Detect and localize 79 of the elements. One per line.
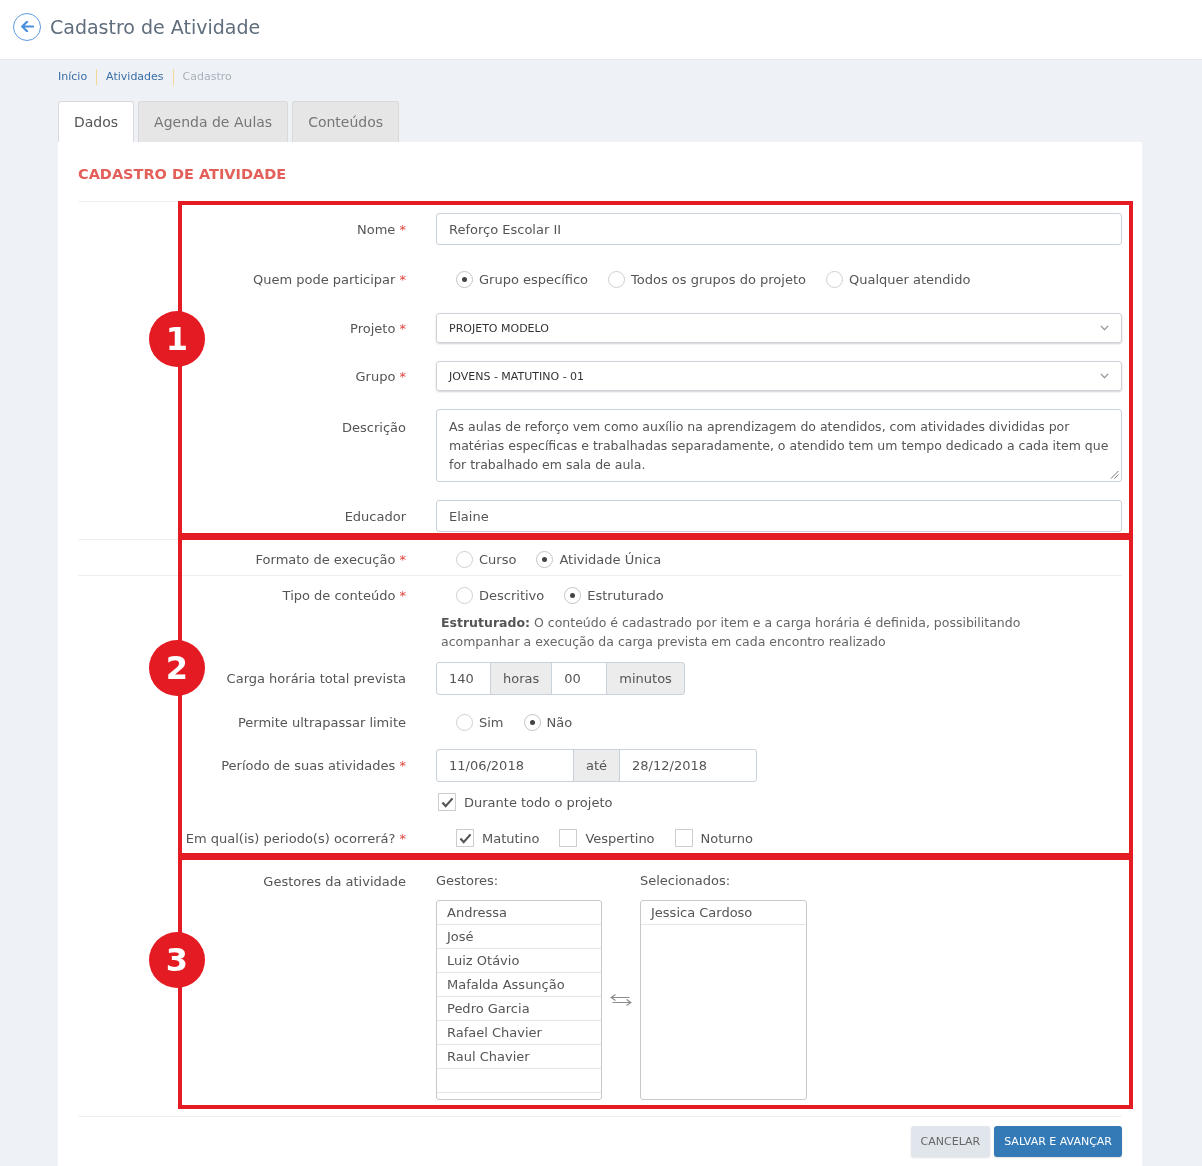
radio-option[interactable]: Descritivo: [456, 586, 545, 604]
field-label: Período de suas atividades *: [221, 758, 406, 773]
back-button[interactable]: [13, 12, 41, 41]
radio-icon[interactable]: [456, 270, 473, 288]
checkbox-option[interactable]: Matutino: [456, 829, 540, 847]
radio-option[interactable]: Qualquer atendido: [825, 270, 971, 288]
unit-label: horas: [490, 662, 553, 695]
field-label: Descrição: [342, 419, 406, 435]
checkbox-option[interactable]: Noturno: [674, 829, 753, 847]
breadcrumb-link[interactable]: Início: [58, 69, 97, 85]
field-label: Nome *: [357, 221, 406, 237]
radio-option[interactable]: Atividade Única: [536, 550, 662, 568]
end-date-field[interactable]: 28/12/2018: [619, 749, 758, 782]
breadcrumb-link[interactable]: Atividades: [97, 69, 173, 85]
radio-icon[interactable]: [564, 586, 582, 604]
help-text: Estruturado: O conteúdo é cadastrado por item e a carga horária é definida, possibilitando acompanhar a execução da carga prevista em cada encontro realizado: [441, 614, 1022, 651]
tab[interactable]: Agenda de Aulas: [138, 101, 289, 142]
callout-number: 2: [149, 640, 205, 697]
checkbox-option[interactable]: Vespertino: [559, 829, 655, 847]
radio-option[interactable]: Não: [523, 713, 573, 731]
list-item[interactable]: Rafael Chavier: [437, 1021, 601, 1045]
list-item[interactable]: Mafalda Assunção: [437, 973, 601, 997]
field-label: Educador: [344, 508, 406, 524]
field-label: Quem pode participar *: [252, 271, 406, 287]
field-label: Projeto *: [350, 320, 406, 336]
list-item[interactable]: Andressa: [437, 901, 601, 925]
radio-icon[interactable]: [523, 713, 541, 731]
checkbox-icon[interactable]: [559, 829, 578, 847]
tab[interactable]: Conteúdos: [292, 101, 400, 142]
radio-icon[interactable]: [456, 550, 473, 568]
checkbox-option[interactable]: Durante todo o projeto: [438, 793, 613, 811]
list-item[interactable]: José: [437, 925, 601, 949]
field-label: Formato de execução *: [255, 551, 406, 567]
callout-number: 3: [149, 932, 205, 989]
field-label: Gestores da atividade: [263, 873, 406, 889]
list-heading: Gestores:: [436, 872, 500, 890]
radio-icon[interactable]: [825, 270, 843, 288]
radio-icon[interactable]: [608, 270, 626, 288]
radio-option[interactable]: Todos os grupos do projeto: [608, 270, 806, 288]
field-label: Carga horária total prevista: [226, 671, 406, 686]
save-button[interactable]: SALVAR E AVANÇAR: [994, 1126, 1122, 1157]
form-title: CADASTRO DE ATIVIDADE: [78, 142, 1122, 202]
chevron-down-icon: [1100, 373, 1109, 379]
page-title: Cadastro de Atividade: [50, 15, 261, 38]
list-heading: Selecionados:: [640, 872, 732, 890]
radio-icon[interactable]: [456, 586, 473, 604]
field-label: Permite ultrapassar limite: [237, 714, 406, 730]
field-label: Tipo de conteúdo *: [282, 587, 406, 603]
radio-option[interactable]: Curso: [456, 550, 517, 568]
radio-icon[interactable]: [536, 550, 554, 568]
radio-icon[interactable]: [456, 713, 473, 731]
text-field[interactable]: Elaine: [436, 500, 1122, 532]
list-item[interactable]: Raul Chavier: [437, 1045, 601, 1069]
description-field[interactable]: As aulas de reforço vem como auxílio na aprendizagem do atendidos, com atividades divididas por matérias específicas e trabalhadas separadamente, o atendido tem um tempo dedicado a cada item que for trabalhado em sala de aula.: [436, 409, 1122, 482]
dropdown-field[interactable]: JOVENS - MATUTINO - 01: [436, 361, 1122, 391]
radio-option[interactable]: Estruturado: [564, 586, 664, 604]
field-label: Em qual(is) periodo(s) ocorrerá? *: [185, 830, 406, 846]
list-item[interactable]: Jessica Cardoso: [641, 901, 806, 925]
radio-option[interactable]: Grupo específico: [456, 270, 589, 288]
callout-number: 1: [149, 311, 205, 368]
list-item[interactable]: Luiz Otávio: [437, 949, 601, 973]
checkbox-icon[interactable]: [456, 829, 474, 847]
chevron-down-icon: [1100, 325, 1109, 331]
list-item[interactable]: Pedro Garcia: [437, 997, 601, 1021]
text-field[interactable]: Reforço Escolar II: [436, 213, 1122, 245]
dropdown-field[interactable]: PROJETO MODELO: [436, 313, 1122, 343]
resize-grip-icon[interactable]: [1110, 470, 1119, 479]
checkbox-icon[interactable]: [438, 793, 456, 811]
swap-arrows-icon[interactable]: [610, 994, 632, 1006]
tab[interactable]: Dados: [58, 101, 135, 142]
list-box[interactable]: Andressa José Luiz Otávio Mafalda Assunção Pedro Garcia Rafael Chavier Raul Chavier: [436, 900, 602, 1100]
range-separator: até: [573, 749, 621, 782]
unit-label: minutos: [606, 662, 685, 695]
radio-option[interactable]: Sim: [456, 713, 504, 731]
checkbox-icon[interactable]: [674, 829, 693, 847]
field-label: Grupo *: [355, 368, 406, 384]
cancel-button[interactable]: CANCELAR: [910, 1126, 991, 1157]
arrow-left-icon: [20, 21, 34, 32]
list-box[interactable]: Jessica Cardoso: [640, 900, 807, 1100]
